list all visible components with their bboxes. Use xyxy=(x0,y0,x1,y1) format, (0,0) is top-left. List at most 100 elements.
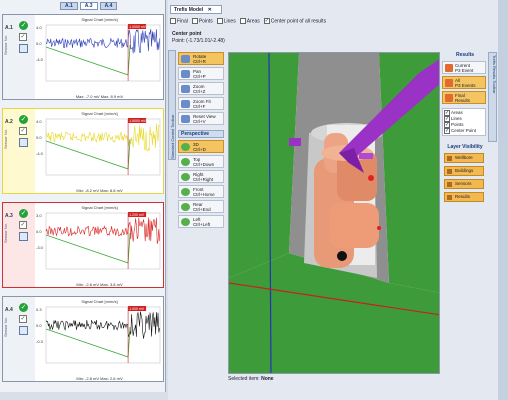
checkbox-box[interactable] xyxy=(239,18,246,25)
toolbar-button[interactable]: Rotate Ctrl+R xyxy=(178,52,224,65)
filter-label: Center point of all results xyxy=(270,18,327,25)
checkbox-box[interactable]: ✓ xyxy=(444,128,450,134)
button-label: Current P3 Event xyxy=(455,63,474,73)
layer-visibility-header: Layer Visibility xyxy=(447,144,483,150)
filter-label: Final xyxy=(177,18,188,25)
chart-minmax: Max: -7.0 mV Max: 8.9 mV xyxy=(75,94,124,99)
layer-toggle[interactable]: Results xyxy=(444,192,484,202)
check-ok-icon: ✓ xyxy=(19,209,28,218)
layer-toggle[interactable]: Wellbore xyxy=(444,153,484,163)
view-button[interactable]: Left Ctrl+Left xyxy=(178,215,224,228)
filter-checkbox[interactable]: Final xyxy=(170,18,188,25)
channel-tab[interactable]: A.4 xyxy=(99,2,118,10)
result-filter-row: Final Points Lines Areas ✓ Center point of al… xyxy=(170,17,326,26)
filter-checkbox[interactable]: ✓ Center point of all results xyxy=(263,18,327,25)
channel-checkbox[interactable]: ✓ xyxy=(19,221,27,229)
view-button[interactable]: Right Ctrl+Right xyxy=(178,170,224,183)
filter-label: Areas xyxy=(246,18,260,25)
tool-icon xyxy=(181,55,190,63)
button-label: Rear Ctrl+End xyxy=(193,202,211,212)
filter-checkbox[interactable]: Areas xyxy=(239,18,260,25)
signal-line xyxy=(45,28,160,54)
y-tick-label: 0.0 xyxy=(36,229,42,234)
button-label: Pan Ctrl+P xyxy=(193,69,206,79)
y-tick-label: -0.3 xyxy=(36,339,44,344)
layer-toggle[interactable]: Sensors xyxy=(444,179,484,189)
y-tick-label: 0.0 xyxy=(36,135,42,140)
filter-label: Lines xyxy=(223,18,236,25)
checkbox-box[interactable] xyxy=(216,18,223,25)
toolbar-button[interactable]: Pan Ctrl+P xyxy=(178,67,224,80)
checkbox-box[interactable] xyxy=(191,18,198,25)
tab-label: Trefis Model xyxy=(174,7,204,13)
signal-chart: Signal Chart [m/m/s] 4.0 0.0 -4.0 1.0000 mV… xyxy=(36,17,163,99)
chart-title: Signal Chart [m/m/s] xyxy=(81,205,118,210)
channel-checkbox[interactable]: ✓ xyxy=(19,127,27,135)
y-tick-label: 0.3 xyxy=(36,307,42,312)
signal-chart: Signal Chart [m/m/s] 0.3 0.0 -0.3 1.000 mV … xyxy=(36,299,163,381)
layer-toggle[interactable]: Buildings xyxy=(444,166,484,176)
result-type-item[interactable]: ✓ Center Point xyxy=(444,128,484,134)
toolbar-side-tab[interactable]: Standard Control Toolbar xyxy=(168,50,176,160)
signal-trace: 4.0 0.0 -4.0 1.0000 mV xyxy=(36,24,161,82)
tab-trefis-model[interactable]: Trefis Model ✕ xyxy=(170,5,222,14)
result-icon xyxy=(445,79,453,87)
result-button[interactable]: All P3 Events xyxy=(442,76,486,89)
chart-settings-icon[interactable] xyxy=(19,138,28,147)
view-button[interactable]: Front Ctrl+Home xyxy=(178,185,224,198)
close-icon[interactable]: ✕ xyxy=(208,7,212,13)
button-label: Final Results xyxy=(455,93,471,103)
y-tick-label: 0.0 xyxy=(36,41,42,46)
channel-checkbox[interactable]: ✓ xyxy=(19,315,27,323)
button-label: All P3 Events xyxy=(455,78,476,88)
view-button[interactable]: Rear Ctrl+End xyxy=(178,200,224,213)
toolbar-button[interactable]: Reset View Ctrl+V xyxy=(178,112,224,125)
view-button[interactable]: Top Ctrl+Down xyxy=(178,155,224,168)
y-tick-label: -4.0 xyxy=(36,151,44,156)
result-type-list[interactable]: ✓ Areas ✓ Lines ✓ Points ✓ Center Point xyxy=(442,108,486,136)
probe-marker xyxy=(289,138,301,146)
chart-title: Signal Chart [m/m/s] xyxy=(81,111,118,116)
sensor-label: Sensor No. xyxy=(3,34,8,55)
selected-item-value: None xyxy=(261,376,274,382)
signal-channel[interactable]: A.1 Sensor No. ✓ ✓ Signal Chart [m/m/s] … xyxy=(2,14,164,100)
chart-settings-icon[interactable] xyxy=(19,232,28,241)
3d-viewport[interactable] xyxy=(228,52,440,374)
y-tick-label: 4.0 xyxy=(36,119,42,124)
result-icon xyxy=(445,94,453,102)
trigger-marker-label: 1.200 mV xyxy=(129,213,145,217)
ground-plane-left xyxy=(229,53,299,278)
app-window: A.1 A.3 A.4 A.1 Sensor No. ✓ ✓ Signal Ch… xyxy=(0,0,508,400)
result-button[interactable]: Current P3 Event xyxy=(442,61,486,74)
channel-tab[interactable]: A.3 xyxy=(79,2,98,10)
toolbar-button[interactable]: Zoom Fit Ctrl+F xyxy=(178,97,224,110)
results-side-tab[interactable]: Trefis Results Toolbar xyxy=(488,52,497,142)
signal-channel[interactable]: A.4 Sensor No. ✓ ✓ Signal Chart [m/m/s] … xyxy=(2,296,164,382)
toolbar-button[interactable]: Zoom Ctrl+Z xyxy=(178,82,224,95)
view-button[interactable]: 3D Ctrl+D xyxy=(178,140,224,153)
y-tick-label: -3.0 xyxy=(36,245,44,250)
checkbox-box[interactable]: ✓ xyxy=(263,18,270,25)
checkbox-box[interactable] xyxy=(170,18,176,25)
green-trend-line xyxy=(45,326,131,358)
chart-settings-icon[interactable] xyxy=(19,326,28,335)
chart-title: Signal Chart [m/m/s] xyxy=(81,17,118,22)
check-ok-icon: ✓ xyxy=(19,303,28,312)
signal-channel[interactable]: A.3 Sensor No. ✓ ✓ Signal Chart [m/m/s] … xyxy=(2,202,164,288)
channel-checkbox[interactable]: ✓ xyxy=(19,33,27,41)
button-label: Zoom Ctrl+Z xyxy=(193,84,206,94)
channel-tabs: A.1 A.3 A.4 xyxy=(60,2,118,10)
button-label: Front Ctrl+Home xyxy=(193,187,215,197)
chart-settings-icon[interactable] xyxy=(19,44,28,53)
view-icon xyxy=(181,173,190,181)
perspective-header: Perspective xyxy=(178,130,224,138)
button-label: Zoom Fit Ctrl+F xyxy=(193,99,211,109)
filter-checkbox[interactable]: Points xyxy=(191,18,213,25)
channel-tab[interactable]: A.1 xyxy=(60,2,78,10)
filter-checkbox[interactable]: Lines xyxy=(216,18,236,25)
tool-icon xyxy=(181,85,190,93)
result-button[interactable]: Final Results xyxy=(442,91,486,104)
signal-channel[interactable]: A.2 Sensor No. ✓ ✓ Signal Chart [m/m/s] … xyxy=(2,108,164,194)
signal-trace: 4.0 0.0 -4.0 1.5000 mV xyxy=(36,118,161,176)
chart-minmax: Min: -2.8 mV Max: 2.6 mV xyxy=(76,376,123,381)
